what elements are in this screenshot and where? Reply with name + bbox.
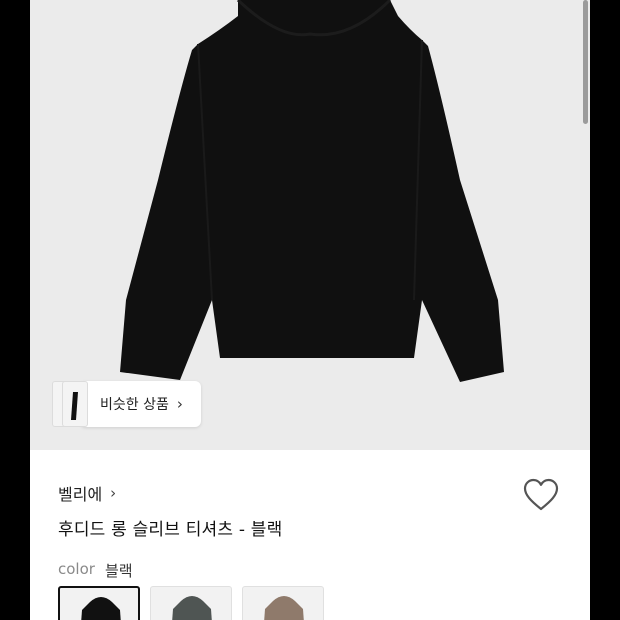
product-detail-screen: 비슷한 상품 › 벨리에 › 후디드 롱 슬리브 티셔츠 - 블랙 color … xyxy=(30,0,590,620)
product-title: 후디드 롱 슬리브 티셔츠 - 블랙 xyxy=(58,520,283,540)
similar-thumbnails xyxy=(52,381,104,427)
scrollbar[interactable] xyxy=(583,0,588,124)
color-swatch-charcoal[interactable] xyxy=(150,586,232,620)
similar-products-chip[interactable]: 비슷한 상품 › xyxy=(52,381,201,427)
brand-name: 벨리에 xyxy=(58,485,103,504)
product-image[interactable]: 비슷한 상품 › xyxy=(30,0,590,450)
brand-link[interactable]: 벨리에 › xyxy=(58,481,116,505)
color-swatch-mocha[interactable] xyxy=(242,586,324,620)
color-swatch-black[interactable] xyxy=(58,586,140,620)
chevron-right-icon: › xyxy=(176,395,183,413)
similar-products-label: 비슷한 상품 xyxy=(100,397,169,413)
heart-outline-icon[interactable] xyxy=(523,478,559,516)
color-swatches xyxy=(58,586,324,620)
color-selector-label: color 블랙 xyxy=(58,560,133,581)
similar-thumb xyxy=(62,381,88,427)
chevron-right-icon: › xyxy=(110,484,117,502)
selected-color-value: 블랙 xyxy=(104,562,133,580)
color-label: color xyxy=(58,560,95,578)
